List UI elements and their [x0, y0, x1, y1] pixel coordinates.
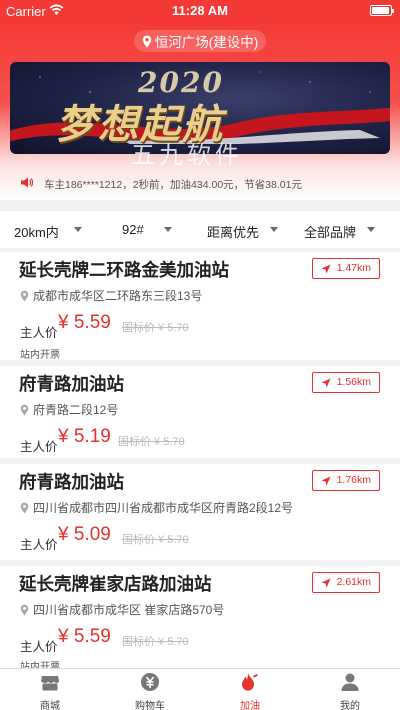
- chevron-down-icon: [367, 227, 375, 232]
- cart-icon: [141, 673, 159, 691]
- standard-price: 国标价 ¥ 5.70: [122, 322, 189, 334]
- station-name: 府青路加油站: [19, 472, 124, 492]
- store-icon: [41, 676, 59, 691]
- status-time: 11:28 AM: [172, 3, 228, 18]
- station-name: 府青路加油站: [19, 374, 124, 394]
- tab-cart-label: 购物车: [135, 701, 165, 710]
- filter-range[interactable]: 20km内: [14, 222, 82, 241]
- speaker-icon: [21, 177, 33, 188]
- station-card[interactable]: 延长壳牌二环路金美加油站 1.47km 成都市成华区二环路东三段13号 主人价 …: [0, 252, 400, 361]
- tab-profile[interactable]: 我的: [310, 669, 390, 710]
- location-pin-icon: [20, 604, 29, 616]
- standard-price: 国标价 ¥ 5.70: [122, 636, 189, 648]
- tab-store-label: 商城: [40, 701, 60, 710]
- tab-fuel[interactable]: 加油: [210, 669, 290, 710]
- tab-fuel-label: 加油: [240, 701, 260, 710]
- navigation-arrow-icon: [321, 264, 331, 274]
- member-price: ¥ 5.19: [58, 426, 111, 447]
- member-price: ¥ 5.59: [58, 312, 111, 333]
- standard-price: 国标价 ¥ 5.70: [122, 534, 189, 546]
- notice-text: 车主186****1212，2秒前，加油434.00元，节省38.01元: [44, 179, 302, 191]
- station-address-text: 成都市成华区二环路东三段13号: [33, 289, 203, 303]
- chevron-down-icon: [74, 227, 82, 232]
- location-pin-icon: [20, 290, 29, 302]
- navigate-button[interactable]: 1.76km: [311, 470, 380, 491]
- notice-bar: 车主186****1212，2秒前，加油434.00元，节省38.01元: [0, 172, 400, 194]
- member-price: ¥ 5.59: [58, 626, 111, 647]
- station-address: 府青路二段12号: [20, 401, 118, 418]
- navigation-arrow-icon: [321, 578, 331, 588]
- navigate-button[interactable]: 1.47km: [311, 258, 380, 279]
- fuel-icon: [242, 673, 258, 691]
- station-address: 四川省成都市成华区 崔家店路570号: [20, 601, 224, 618]
- navigation-arrow-icon: [321, 378, 331, 388]
- filter-brand[interactable]: 全部品牌: [304, 222, 375, 241]
- location-pin-icon: [142, 35, 151, 47]
- price-label: 主人价: [20, 538, 58, 552]
- station-address-text: 四川省成都市四川省成都市成华区府青路2段12号: [33, 501, 294, 515]
- tab-store[interactable]: 商城: [10, 669, 90, 710]
- station-distance: 1.76km: [336, 474, 371, 486]
- filter-fuel-grade-label: 92#: [122, 222, 144, 237]
- station-name: 延长壳牌崔家店路加油站: [19, 574, 212, 594]
- user-icon: [341, 673, 359, 691]
- watermark: 五九软件: [131, 141, 243, 169]
- location-pin-icon: [20, 404, 29, 416]
- chevron-down-icon: [164, 227, 172, 232]
- member-price: ¥ 5.09: [58, 524, 111, 545]
- station-address-text: 四川省成都市成华区 崔家店路570号: [33, 603, 225, 617]
- filter-range-label: 20km内: [14, 225, 59, 240]
- price-label: 主人价: [20, 326, 58, 340]
- status-bar: Carrier 11:28 AM: [0, 0, 400, 22]
- station-distance: 2.61km: [336, 576, 371, 588]
- price-label: 主人价: [20, 640, 58, 654]
- tab-profile-label: 我的: [340, 701, 360, 710]
- station-card[interactable]: 延长壳牌崔家店路加油站 2.61km 四川省成都市成华区 崔家店路570号 主人…: [0, 566, 400, 673]
- station-address-text: 府青路二段12号: [33, 403, 119, 417]
- station-distance: 1.47km: [336, 262, 371, 274]
- chevron-down-icon: [270, 227, 278, 232]
- navigate-button[interactable]: 2.61km: [311, 572, 380, 593]
- filter-sort[interactable]: 距离优先: [207, 222, 278, 241]
- filter-bar: 20km内 92# 距离优先 全部品牌: [0, 210, 400, 248]
- filter-fuel-grade[interactable]: 92#: [122, 222, 172, 237]
- station-name: 延长壳牌二环路金美加油站: [19, 260, 229, 280]
- location-selector[interactable]: 恒河广场(建设中): [134, 30, 266, 52]
- station-address: 四川省成都市四川省成都市成华区府青路2段12号: [20, 499, 293, 516]
- station-card[interactable]: 府青路加油站 1.56km 府青路二段12号 主人价 ¥ 5.19 国标价 ¥ …: [0, 366, 400, 458]
- standard-price: 国标价 ¥ 5.70: [118, 436, 185, 448]
- price-label: 主人价: [20, 440, 58, 454]
- filter-sort-label: 距离优先: [207, 225, 260, 240]
- filter-brand-label: 全部品牌: [304, 225, 357, 240]
- location-label: 恒河广场(建设中): [154, 35, 259, 50]
- location-pin-icon: [20, 502, 29, 514]
- tab-cart[interactable]: 购物车: [110, 669, 190, 710]
- station-distance: 1.56km: [336, 376, 371, 388]
- battery-icon: [370, 5, 394, 16]
- station-card[interactable]: 府青路加油站 1.76km 四川省成都市四川省成都市成华区府青路2段12号 主人…: [0, 464, 400, 560]
- tab-bar: 商城 购物车 加油 我的: [0, 668, 400, 710]
- navigate-button[interactable]: 1.56km: [311, 372, 380, 393]
- navigation-arrow-icon: [321, 476, 331, 486]
- station-address: 成都市成华区二环路东三段13号: [20, 287, 202, 304]
- invoice-tag: 站内开票: [20, 350, 60, 361]
